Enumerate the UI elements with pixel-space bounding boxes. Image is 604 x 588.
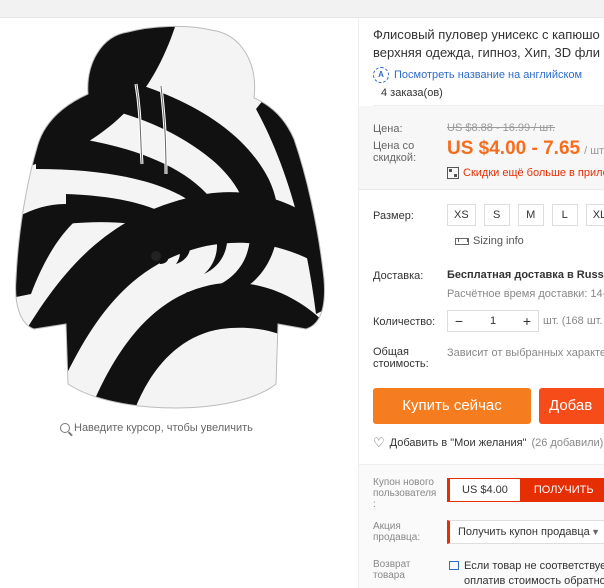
total-label-line-1: Общая [373, 346, 409, 358]
product-title-line-2: верхняя одежда, гипноз, Хип, 3D фли [373, 45, 600, 60]
shipping-value[interactable]: Бесплатная доставка в Russia [447, 269, 604, 281]
new-user-coupon-label: Купон нового пользователя : [373, 477, 436, 510]
top-bar [0, 0, 604, 18]
new-user-coupon-label-line-1: Купон нового [373, 477, 434, 488]
hoodie-image [15, 25, 325, 409]
return-label-line-1: Возврат [373, 559, 411, 570]
get-coupon-button[interactable]: ПОЛУЧИТЬ [519, 479, 604, 501]
seller-promo-label-line-2: продавца: [373, 532, 421, 543]
new-user-coupon: US $4.00 ПОЛУЧИТЬ [447, 478, 604, 502]
old-price: US $8.88 - 16.99 / шт. [447, 122, 556, 134]
total-label-line-2: стоимость: [373, 358, 429, 370]
size-option-s[interactable]: S [483, 204, 510, 226]
translate-link-text: Посмотреть название на английском [394, 69, 583, 81]
translate-icon: A [373, 67, 389, 83]
seller-coupon-text: Получить купон продавца [458, 526, 590, 538]
coupons-section: Купон нового пользователя : US $4.00 ПОЛ… [359, 464, 604, 588]
seller-coupon-dropdown[interactable]: Получить купон продавца ▼ [447, 520, 604, 544]
product-title: Флисовый пуловер унисекс с капюшо верхня… [373, 26, 604, 62]
price-box: Цена: US $8.88 - 16.99 / шт. Цена со ски… [359, 106, 604, 190]
chevron-down-icon: ▼ [591, 527, 600, 537]
product-gallery: Наведите курсор, чтобы увеличить [0, 18, 358, 588]
size-selector: XS S M L XL [447, 204, 604, 226]
product-info-panel: Флисовый пуловер унисекс с капюшо верхня… [358, 18, 604, 588]
discount-price-label-line-1: Цена со [373, 140, 415, 152]
size-option-xs[interactable]: XS [447, 204, 476, 226]
info-icon [449, 561, 459, 570]
discount-price: US $4.00 - 7.65/ шт [447, 138, 604, 160]
discount-price-label-line-2: скидкой: [373, 152, 417, 164]
new-user-coupon-label-line-2: пользователя [373, 488, 437, 499]
sizing-info-text: Sizing info [473, 235, 524, 247]
magnifier-icon [60, 423, 70, 433]
price-label: Цена: [373, 123, 403, 135]
ruler-icon [455, 237, 469, 245]
quantity-input[interactable]: 1 [470, 315, 516, 327]
return-line-2: оплатив стоимость обратно [464, 575, 604, 587]
zoom-hint-text: Наведите курсор, чтобы увеличить [74, 422, 253, 434]
size-option-xl[interactable]: XL [585, 204, 604, 226]
price-unit: / шт [584, 145, 604, 157]
size-option-l[interactable]: L [551, 204, 578, 226]
return-label: Возврат товара [373, 559, 411, 581]
product-title-line-1: Флисовый пуловер унисекс с капюшо [373, 27, 600, 42]
total-hint: Зависит от выбранных характе [447, 347, 604, 359]
quantity-stepper: − 1 + [447, 310, 539, 332]
app-discount-text: Скидки ещё больше в прило [463, 167, 604, 179]
add-to-cart-button[interactable]: Добав [539, 388, 604, 424]
wishlist-text: Добавить в "Мои желания" [389, 437, 527, 449]
quantity-label: Количество: [373, 316, 436, 328]
discount-price-value: US $4.00 - 7.65 [447, 138, 581, 159]
quantity-minus-button[interactable]: − [448, 313, 470, 329]
return-label-line-2: товара [373, 570, 405, 581]
wishlist-link[interactable]: ♡ Добавить в "Мои желания" (26 добавили) [373, 435, 603, 451]
seller-promo-label-line-1: Акция [373, 521, 401, 532]
zoom-hint: Наведите курсор, чтобы увеличить [60, 422, 253, 434]
quantity-plus-button[interactable]: + [516, 313, 538, 329]
sizing-info-link[interactable]: Sizing info [455, 235, 524, 247]
buy-now-button[interactable]: Купить сейчас [373, 388, 531, 424]
app-discount-link[interactable]: Скидки ещё больше в прило [447, 167, 604, 179]
quantity-available: шт. (168 шт. [543, 315, 603, 327]
heart-icon: ♡ [373, 435, 385, 450]
return-policy: Если товар не соответствует оплатив стои… [449, 559, 604, 588]
return-line-1: Если товар не соответствует [464, 560, 604, 572]
size-label: Размер: [373, 210, 414, 222]
discount-price-label: Цена со скидкой: [373, 140, 416, 164]
shipping-label: Доставка: [373, 270, 424, 282]
orders-count: 4 заказа(ов) [373, 84, 604, 106]
shipping-time: Расчётное время доставки: 14- [447, 288, 604, 300]
qr-code-icon [447, 167, 459, 179]
product-image[interactable] [6, 24, 346, 420]
wishlist-count: (26 добавили) [531, 437, 604, 449]
seller-promo-label: Акция продавца: [373, 521, 420, 543]
new-user-coupon-label-line-3: : [373, 499, 376, 510]
translate-link[interactable]: A Посмотреть название на английском [373, 67, 582, 83]
new-user-coupon-amount: US $4.00 [462, 484, 508, 496]
size-option-m[interactable]: M [517, 204, 544, 226]
total-label: Общая стоимость: [373, 346, 429, 370]
